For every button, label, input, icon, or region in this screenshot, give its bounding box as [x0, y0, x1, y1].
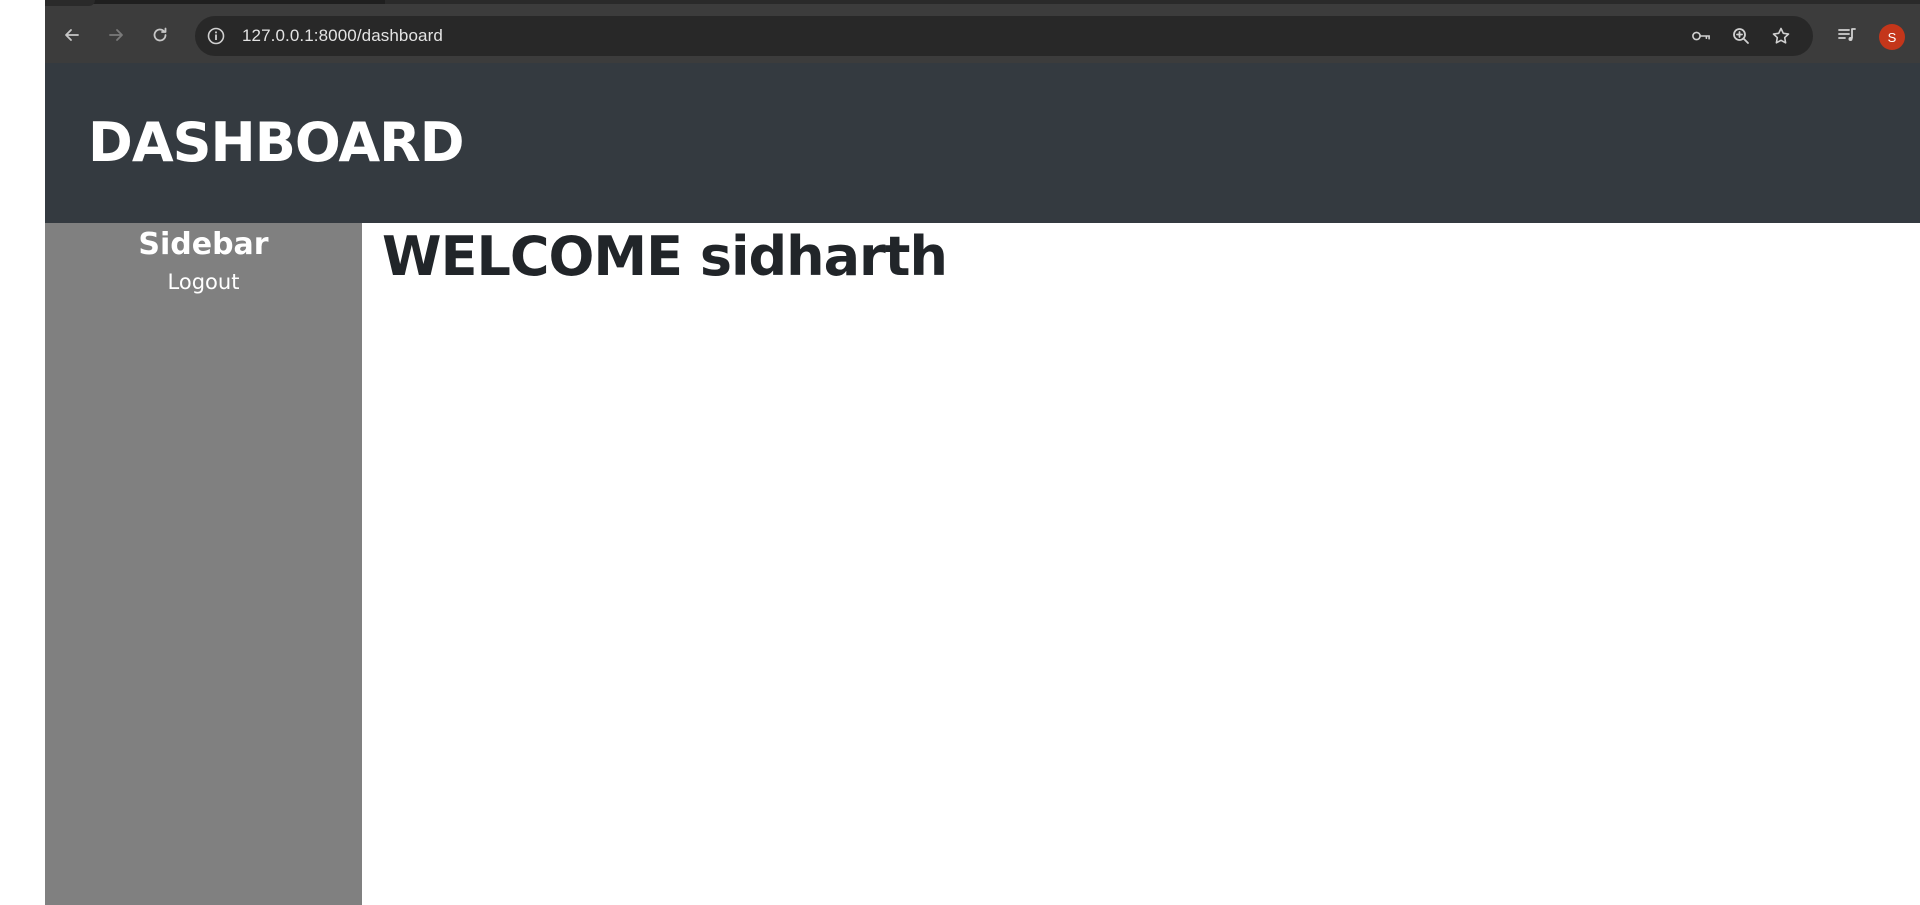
- sidebar: Sidebar Logout: [45, 223, 362, 905]
- site-info-icon[interactable]: [205, 25, 227, 47]
- welcome-heading: WELCOME sidharth: [382, 225, 948, 288]
- sidebar-title: Sidebar: [138, 227, 269, 262]
- profile-avatar[interactable]: S: [1879, 24, 1905, 50]
- back-button[interactable]: [57, 20, 87, 50]
- reload-button[interactable]: [145, 20, 175, 50]
- main-content: WELCOME sidharth: [362, 223, 1920, 905]
- forward-button[interactable]: [101, 20, 131, 50]
- desktop-edge: [0, 0, 45, 905]
- browser-toolbar: 127.0.0.1:8000/dashboard S: [45, 0, 1920, 63]
- tab-strip-edge: [45, 0, 95, 6]
- zoom-icon[interactable]: [1729, 25, 1753, 47]
- page-header: DASHBOARD: [45, 63, 1920, 223]
- media-queue-icon[interactable]: [1834, 22, 1860, 48]
- reload-icon: [153, 27, 167, 42]
- back-arrow-icon: [65, 29, 79, 41]
- url-text[interactable]: 127.0.0.1:8000/dashboard: [242, 26, 443, 46]
- bookmark-star-icon[interactable]: [1769, 25, 1793, 47]
- password-key-icon[interactable]: [1689, 25, 1713, 47]
- browser-window: 127.0.0.1:8000/dashboard S DASHBOARD Sid…: [45, 0, 1920, 905]
- logout-link[interactable]: Logout: [168, 270, 240, 294]
- address-bar[interactable]: 127.0.0.1:8000/dashboard: [195, 16, 1813, 56]
- page-title: DASHBOARD: [88, 111, 465, 174]
- tab-strip: [385, 0, 1920, 4]
- web-page: DASHBOARD Sidebar Logout WELCOME sidhart…: [45, 63, 1920, 905]
- forward-arrow-icon: [109, 29, 123, 41]
